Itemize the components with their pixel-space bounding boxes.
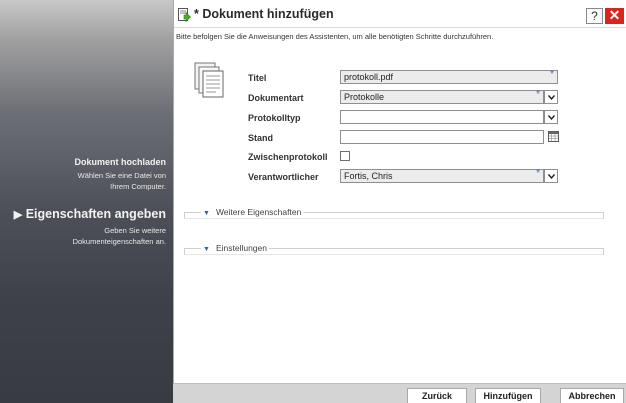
section-label: Einstellungen: [215, 243, 267, 253]
step-title: ▶ Eigenschaften angeben: [14, 207, 166, 221]
step-title: Dokument hochladen: [74, 157, 166, 167]
chevron-down-icon: [548, 95, 555, 100]
dialog-panel: * Dokument hinzufügen ? ✕ Bitte befolgen…: [173, 0, 626, 403]
current-step-arrow-icon: ▶: [13, 209, 23, 221]
step-description-line: Geben Sie weitere: [104, 226, 166, 235]
section-einstellungen: ▼ Einstellungen: [184, 243, 604, 255]
wizard-step-upload: Dokument hochladen Wählen Sie eine Datei…: [74, 157, 166, 192]
dokumentart-value: Protokolle: [344, 92, 385, 102]
dokumentart-label: Dokumentart: [248, 93, 304, 103]
stand-date-input[interactable]: [340, 130, 544, 144]
step-description-line: Wählen Sie eine Datei von: [77, 171, 166, 180]
dokumentart-dropdown-button[interactable]: [544, 90, 558, 104]
triangle-down-icon: ▼: [203, 246, 210, 253]
titel-value: protokoll.pdf: [344, 72, 394, 82]
add-document-icon: [178, 8, 191, 22]
step-description-line: Dokumenteigenschaften an.: [72, 237, 166, 246]
protokolltyp-dropdown-button[interactable]: [544, 110, 558, 124]
section-weitere-eigenschaften: ▼ Weitere Eigenschaften: [184, 207, 604, 219]
wizard-step-properties: ▶ Eigenschaften angeben Geben Sie weiter…: [14, 207, 166, 247]
required-marker: *: [550, 69, 554, 80]
chevron-down-icon: [548, 174, 555, 179]
wizard-instructions: Bitte befolgen Sie die Anweisungen des A…: [176, 32, 494, 41]
dialog-titlebar: * Dokument hinzufügen ? ✕: [174, 0, 626, 28]
verantwortlicher-select[interactable]: Fortis, Chris *: [340, 168, 544, 183]
zwischenprotokoll-label: Zwischenprotokoll: [248, 152, 328, 162]
document-icon: [194, 62, 224, 98]
calendar-icon[interactable]: [548, 131, 559, 142]
verantwortlicher-label: Verantwortlicher: [248, 172, 319, 182]
step-description-line: Ihrem Computer.: [110, 182, 166, 191]
required-marker: *: [536, 89, 540, 100]
stand-label: Stand: [248, 133, 274, 143]
protokolltyp-select[interactable]: [340, 110, 544, 124]
add-button[interactable]: Hinzufügen: [475, 388, 541, 403]
help-button[interactable]: ?: [586, 8, 603, 24]
section-toggle-weitere-eigenschaften[interactable]: ▼ Weitere Eigenschaften: [201, 207, 304, 217]
step-description: Geben Sie weitere Dokumenteigenschaften …: [14, 225, 166, 247]
step-description: Wählen Sie eine Datei von Ihrem Computer…: [74, 170, 166, 192]
triangle-down-icon: ▼: [203, 210, 210, 217]
zwischenprotokoll-checkbox[interactable]: [340, 151, 350, 161]
titel-input[interactable]: protokoll.pdf *: [340, 69, 558, 84]
close-button[interactable]: ✕: [605, 8, 624, 24]
section-toggle-einstellungen[interactable]: ▼ Einstellungen: [201, 243, 269, 253]
wizard-sidebar: Dokument hochladen Wählen Sie eine Datei…: [0, 0, 173, 403]
verantwortlicher-value: Fortis, Chris: [344, 171, 393, 181]
verantwortlicher-dropdown-button[interactable]: [544, 169, 558, 183]
required-marker: *: [536, 168, 540, 179]
chevron-down-icon: [548, 115, 555, 120]
titel-label: Titel: [248, 73, 267, 83]
back-button[interactable]: Zurück: [407, 388, 467, 403]
step-title-text: Eigenschaften angeben: [25, 207, 166, 221]
dialog-title: * Dokument hinzufügen: [194, 7, 334, 21]
dialog-footer: Zurück Hinzufügen Abbrechen: [173, 383, 626, 403]
cancel-button[interactable]: Abbrechen: [560, 388, 624, 403]
protokolltyp-label: Protokolltyp: [248, 113, 301, 123]
dokumentart-select[interactable]: Protokolle *: [340, 89, 544, 104]
section-label: Weitere Eigenschaften: [215, 207, 302, 217]
